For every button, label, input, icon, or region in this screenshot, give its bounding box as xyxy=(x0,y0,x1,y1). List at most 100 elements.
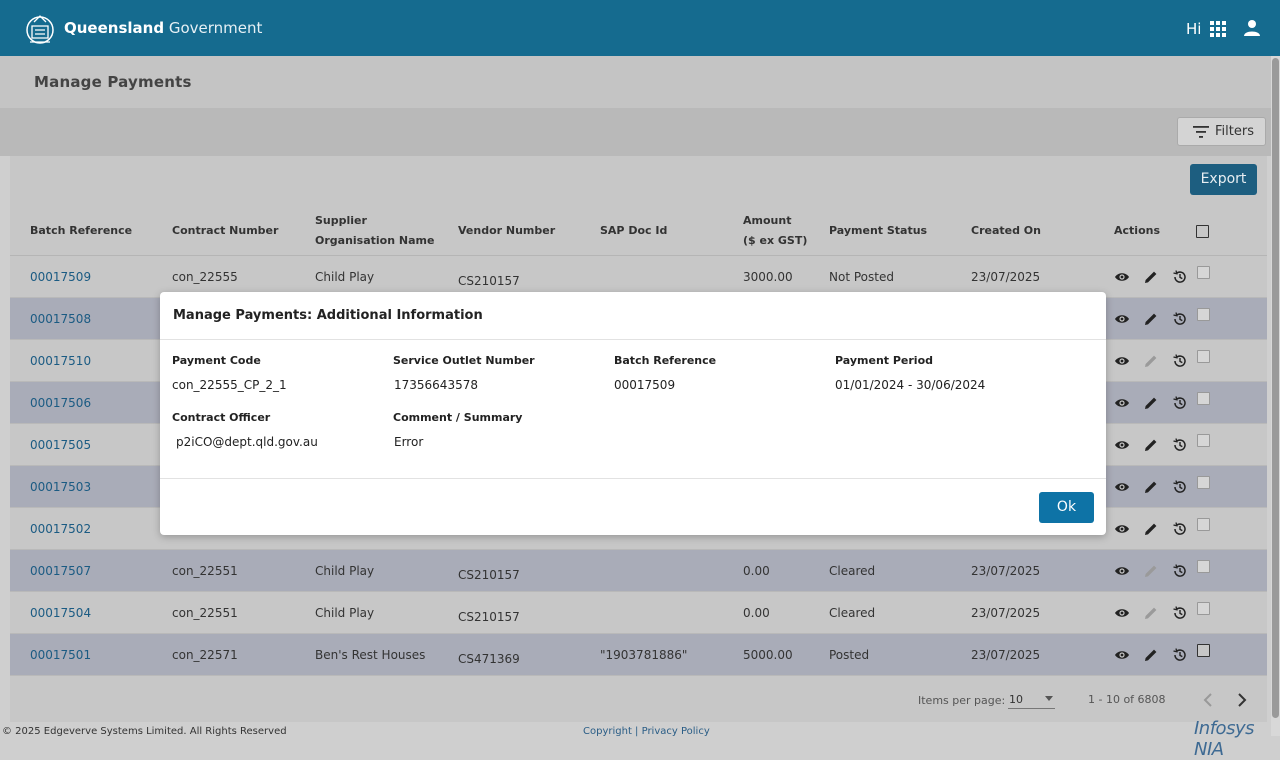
col-created-on[interactable]: Created On xyxy=(971,221,1041,241)
supplier-cell: Ben's Rest Houses xyxy=(315,648,426,662)
next-page-icon[interactable] xyxy=(1234,692,1250,708)
col-vendor-number[interactable]: Vendor Number xyxy=(458,221,555,241)
edit-pencil-icon[interactable] xyxy=(1143,353,1159,369)
items-per-page-value: 10 xyxy=(1009,693,1023,706)
batch-reference-link[interactable]: 00017503 xyxy=(30,480,91,494)
edit-pencil-icon[interactable] xyxy=(1143,269,1159,285)
edit-pencil-icon[interactable] xyxy=(1143,311,1159,327)
edit-pencil-icon[interactable] xyxy=(1143,437,1159,453)
row-select-checkbox[interactable] xyxy=(1197,518,1210,531)
view-eye-icon[interactable] xyxy=(1114,395,1130,411)
history-icon[interactable] xyxy=(1172,311,1188,327)
scrollbar-thumb[interactable] xyxy=(1272,58,1279,718)
view-eye-icon[interactable] xyxy=(1114,563,1130,579)
col-supplier-line1[interactable]: Supplier xyxy=(315,211,367,231)
payment-status-cell: Not Posted xyxy=(829,270,894,284)
edit-pencil-icon[interactable] xyxy=(1143,395,1159,411)
row-select-checkbox[interactable] xyxy=(1197,602,1210,615)
row-select-checkbox[interactable] xyxy=(1197,476,1210,489)
view-eye-icon[interactable] xyxy=(1114,605,1130,621)
history-icon[interactable] xyxy=(1172,395,1188,411)
col-batch-reference[interactable]: Batch Reference xyxy=(30,221,132,241)
created-on-cell: 23/07/2025 xyxy=(971,270,1041,284)
batch-reference-link[interactable]: 00017508 xyxy=(30,312,91,326)
supplier-cell: Child Play xyxy=(315,606,375,620)
payment-status-cell: Cleared xyxy=(829,606,876,620)
batch-reference-link[interactable]: 00017506 xyxy=(30,396,91,410)
row-select-checkbox[interactable] xyxy=(1197,266,1210,279)
history-icon[interactable] xyxy=(1172,353,1188,369)
greeting: Hi xyxy=(1186,20,1202,38)
col-amount-line2[interactable]: ($ ex GST) xyxy=(743,231,807,251)
contract-number-cell: con_22555 xyxy=(172,270,238,284)
infosys-nia-logo: Infosys NIA xyxy=(1194,718,1254,760)
field-value-payment-period: 01/01/2024 - 30/06/2024 xyxy=(835,378,986,392)
batch-reference-link[interactable]: 00017507 xyxy=(30,564,91,578)
batch-reference-link[interactable]: 00017502 xyxy=(30,522,91,536)
edit-pencil-icon[interactable] xyxy=(1143,479,1159,495)
view-eye-icon[interactable] xyxy=(1114,521,1130,537)
page-scrollbar[interactable] xyxy=(1271,56,1280,736)
apps-grid-icon[interactable] xyxy=(1210,21,1226,37)
batch-reference-link[interactable]: 00017504 xyxy=(30,606,91,620)
history-icon[interactable] xyxy=(1172,605,1188,621)
payment-status-cell: Posted xyxy=(829,648,870,662)
queensland-crest-logo xyxy=(26,15,54,44)
row-select-checkbox[interactable] xyxy=(1197,392,1210,405)
dialog-title: Manage Payments: Additional Information xyxy=(173,308,483,323)
amount-cell: 0.00 xyxy=(743,564,770,578)
history-icon[interactable] xyxy=(1172,647,1188,663)
history-icon[interactable] xyxy=(1172,521,1188,537)
row-select-checkbox[interactable] xyxy=(1197,308,1210,321)
dropdown-arrow-icon xyxy=(1045,696,1053,701)
field-label-payment-period: Payment Period xyxy=(835,354,934,367)
edit-pencil-icon[interactable] xyxy=(1143,605,1159,621)
batch-reference-link[interactable]: 00017510 xyxy=(30,354,91,368)
ok-button[interactable]: Ok xyxy=(1039,492,1094,523)
history-icon[interactable] xyxy=(1172,437,1188,453)
edit-pencil-icon[interactable] xyxy=(1143,647,1159,663)
col-contract-number[interactable]: Contract Number xyxy=(172,221,278,241)
col-amount-line1[interactable]: Amount xyxy=(743,211,791,231)
top-bar: Queensland Government Hi xyxy=(0,0,1280,56)
supplier-cell: Child Play xyxy=(315,270,375,284)
view-eye-icon[interactable] xyxy=(1114,647,1130,663)
items-per-page-select[interactable]: 10 xyxy=(1008,690,1055,709)
col-payment-status[interactable]: Payment Status xyxy=(829,221,927,241)
vendor-number-cell: CS210157 xyxy=(458,610,520,624)
batch-reference-link[interactable]: 00017505 xyxy=(30,438,91,452)
vendor-number-cell: CS471369 xyxy=(458,652,520,666)
contract-number-cell: con_22551 xyxy=(172,564,238,578)
col-sap-doc-id[interactable]: SAP Doc Id xyxy=(600,221,667,241)
history-icon[interactable] xyxy=(1172,479,1188,495)
filter-icon xyxy=(1193,126,1209,138)
view-eye-icon[interactable] xyxy=(1114,311,1130,327)
view-eye-icon[interactable] xyxy=(1114,269,1130,285)
edit-pencil-icon[interactable] xyxy=(1143,521,1159,537)
batch-reference-link[interactable]: 00017501 xyxy=(30,648,91,662)
edit-pencil-icon[interactable] xyxy=(1143,563,1159,579)
select-all-checkbox[interactable] xyxy=(1196,225,1209,238)
row-select-checkbox[interactable] xyxy=(1197,644,1210,657)
user-icon[interactable] xyxy=(1242,18,1262,38)
created-on-cell: 23/07/2025 xyxy=(971,606,1041,620)
field-value-batch-reference: 00017509 xyxy=(614,378,676,392)
batch-reference-link[interactable]: 00017509 xyxy=(30,270,91,284)
footer-links[interactable]: Copyright | Privacy Policy xyxy=(583,726,710,737)
contract-number-cell: con_22551 xyxy=(172,606,238,620)
field-value-contract-officer: p2iCO@dept.qld.gov.au xyxy=(176,435,318,449)
col-supplier-line2[interactable]: Organisation Name xyxy=(315,231,434,251)
filters-button[interactable]: Filters xyxy=(1177,117,1266,146)
previous-page-icon[interactable] xyxy=(1200,692,1216,708)
view-eye-icon[interactable] xyxy=(1114,437,1130,453)
row-select-checkbox[interactable] xyxy=(1197,350,1210,363)
export-button[interactable]: Export xyxy=(1190,164,1257,195)
history-icon[interactable] xyxy=(1172,269,1188,285)
history-icon[interactable] xyxy=(1172,563,1188,579)
view-eye-icon[interactable] xyxy=(1114,479,1130,495)
field-label-batch-reference: Batch Reference xyxy=(614,354,717,367)
view-eye-icon[interactable] xyxy=(1114,353,1130,369)
field-label-payment-code: Payment Code xyxy=(172,354,261,367)
row-select-checkbox[interactable] xyxy=(1197,560,1210,573)
row-select-checkbox[interactable] xyxy=(1197,434,1210,447)
